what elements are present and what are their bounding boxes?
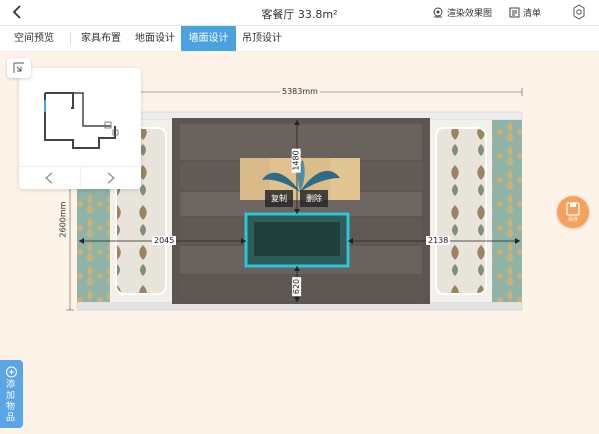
delete-button[interactable]: 删除 (300, 190, 328, 207)
save-label: 保存 (567, 217, 578, 223)
tab-space-preview[interactable]: 空间预览 (4, 26, 64, 51)
save-icon (566, 202, 580, 216)
floor-plan-minimap[interactable] (19, 68, 141, 189)
minimap-toggle-button[interactable] (7, 58, 31, 78)
dimension-height-label: 2600mm (58, 200, 68, 239)
list-icon (509, 7, 520, 17)
copy-button[interactable]: 复制 (265, 190, 293, 207)
list-label: 清单 (523, 8, 542, 19)
settings-icon[interactable] (571, 4, 587, 20)
add-items-panel[interactable]: 添加物品 (0, 360, 23, 428)
tab-furniture[interactable]: 家具布置 (73, 26, 129, 51)
dimension-left-label: 2045 (152, 236, 177, 245)
top-bar: 客餐厅 33.8m² 渲染效果图 清单 (0, 0, 599, 26)
minimap-next-button[interactable] (80, 167, 141, 189)
dimension-top-label: 1480 (291, 148, 301, 173)
list-button[interactable]: 清单 (509, 4, 541, 20)
tab-wall[interactable]: 墙面设计 (181, 26, 236, 51)
render-button[interactable]: 渲染效果图 (432, 4, 492, 20)
tab-floor[interactable]: 地面设计 (129, 26, 181, 51)
add-circle-icon (5, 366, 18, 378)
dimension-right-label: 2138 (426, 236, 451, 245)
tab-bar: 空间预览 家具布置 地面设计 墙面设计 吊顶设计 (0, 26, 599, 52)
tab-ceiling[interactable]: 吊顶设计 (236, 26, 288, 51)
minimap-nav (19, 166, 141, 189)
floor-plan-thumbnail (44, 92, 119, 149)
render-label: 渲染效果图 (447, 8, 493, 19)
dimension-width-label: 5383mm (280, 87, 320, 96)
dimension-bottom-label: 620 (292, 276, 302, 297)
minimap-prev-button[interactable] (19, 167, 81, 189)
tab-divider (70, 32, 71, 45)
render-icon (433, 7, 443, 17)
save-button[interactable]: 保存 (557, 196, 589, 228)
chevron-right-icon (107, 172, 115, 184)
add-items-label: 添加物品 (6, 380, 16, 423)
collapse-icon (13, 62, 24, 73)
chevron-left-icon (45, 172, 53, 184)
